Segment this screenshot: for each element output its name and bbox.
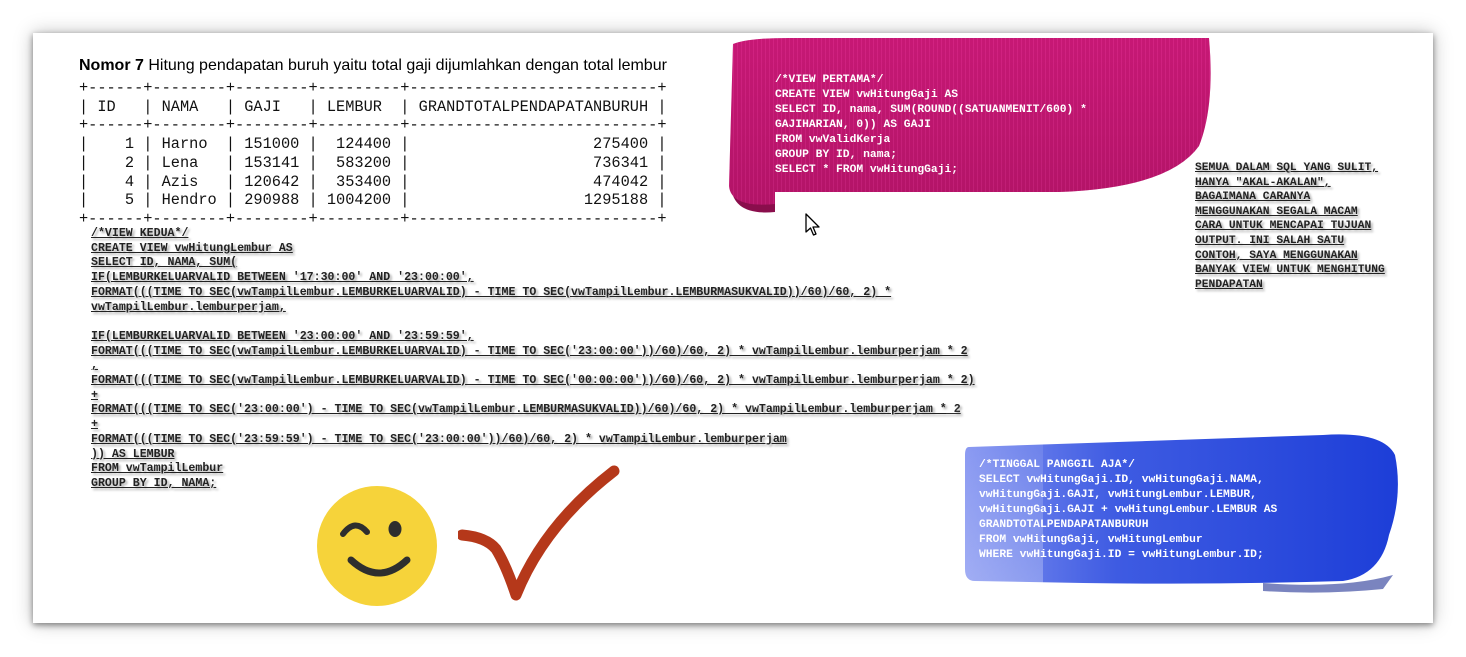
- fade-overlay: [946, 405, 1043, 623]
- view-kedua-code: /*VIEW KEDUA*/ CREATE VIEW vwHitungLembu…: [91, 227, 975, 490]
- winking-smiley-icon: [317, 486, 437, 606]
- problem-text: Hitung pendapatan buruh yaitu total gaji…: [143, 57, 667, 74]
- document-page: Nomor 7 Hitung pendapatan buruh yaitu to…: [33, 33, 1433, 623]
- view-pertama-code: /*VIEW PERTAMA*/ CREATE VIEW vwHitungGaj…: [775, 74, 1087, 176]
- problem-number: Nomor 7: [79, 57, 144, 74]
- problem-heading: Nomor 7 Hitung pendapatan buruh yaitu to…: [79, 57, 667, 75]
- explanation-note: SEMUA DALAM SQL YANG SULIT, HANYA "AKAL-…: [1195, 162, 1385, 291]
- mouse-pointer-icon: [805, 213, 820, 236]
- checkmark-icon: [458, 465, 620, 601]
- query-result-table: +------+--------+--------+---------+----…: [79, 79, 667, 228]
